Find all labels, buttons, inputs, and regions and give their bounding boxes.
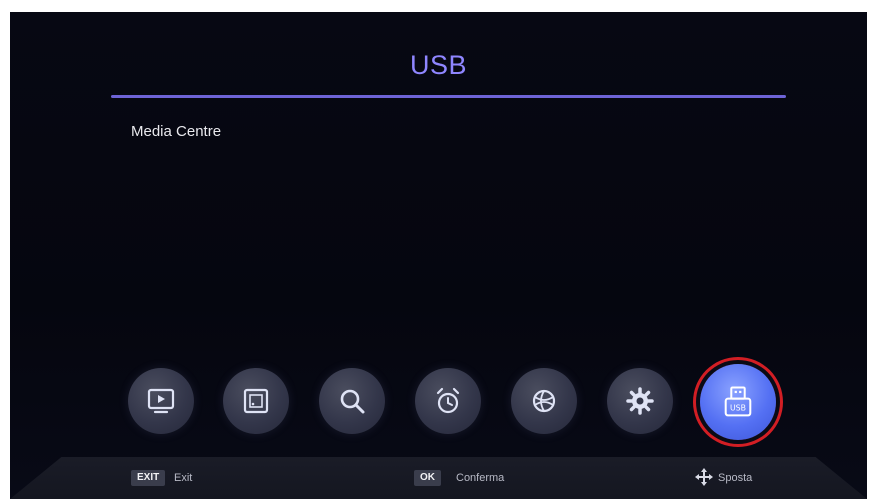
title-divider — [111, 95, 786, 98]
menu-item-media-centre[interactable]: Media Centre — [131, 123, 221, 140]
footer-bar: EXIT Exit OK Conferma Sposta — [10, 457, 867, 499]
exit-key[interactable]: EXIT — [131, 470, 166, 486]
dock-button-tv[interactable] — [128, 368, 194, 434]
dock-button-search[interactable] — [319, 368, 385, 434]
picture-frame-icon — [243, 388, 269, 414]
move-label: Sposta — [718, 472, 753, 484]
dock-button-picture[interactable] — [223, 368, 289, 434]
exit-label: Exit — [174, 472, 193, 484]
ok-key[interactable]: OK — [414, 470, 441, 486]
tv-play-icon — [147, 388, 175, 414]
dock-button-settings[interactable] — [607, 368, 673, 434]
usb-icon-label: USB — [730, 403, 746, 412]
search-icon — [340, 389, 365, 414]
alarm-clock-icon — [436, 387, 460, 414]
dock-button-alarm[interactable] — [415, 368, 481, 434]
app-dock: USB — [122, 354, 786, 454]
dock-button-network[interactable] — [511, 368, 577, 434]
ok-label: Conferma — [456, 472, 505, 484]
globe-icon — [532, 389, 556, 413]
page-title: USB — [409, 50, 468, 80]
tv-screen: USB Media Centre USB EXIT Exit OK Confer… — [10, 12, 867, 499]
move-arrows-icon — [695, 468, 713, 486]
dock-button-usb[interactable]: USB — [700, 364, 776, 440]
usb-drive-icon: USB — [724, 386, 752, 417]
gear-icon — [626, 387, 654, 415]
